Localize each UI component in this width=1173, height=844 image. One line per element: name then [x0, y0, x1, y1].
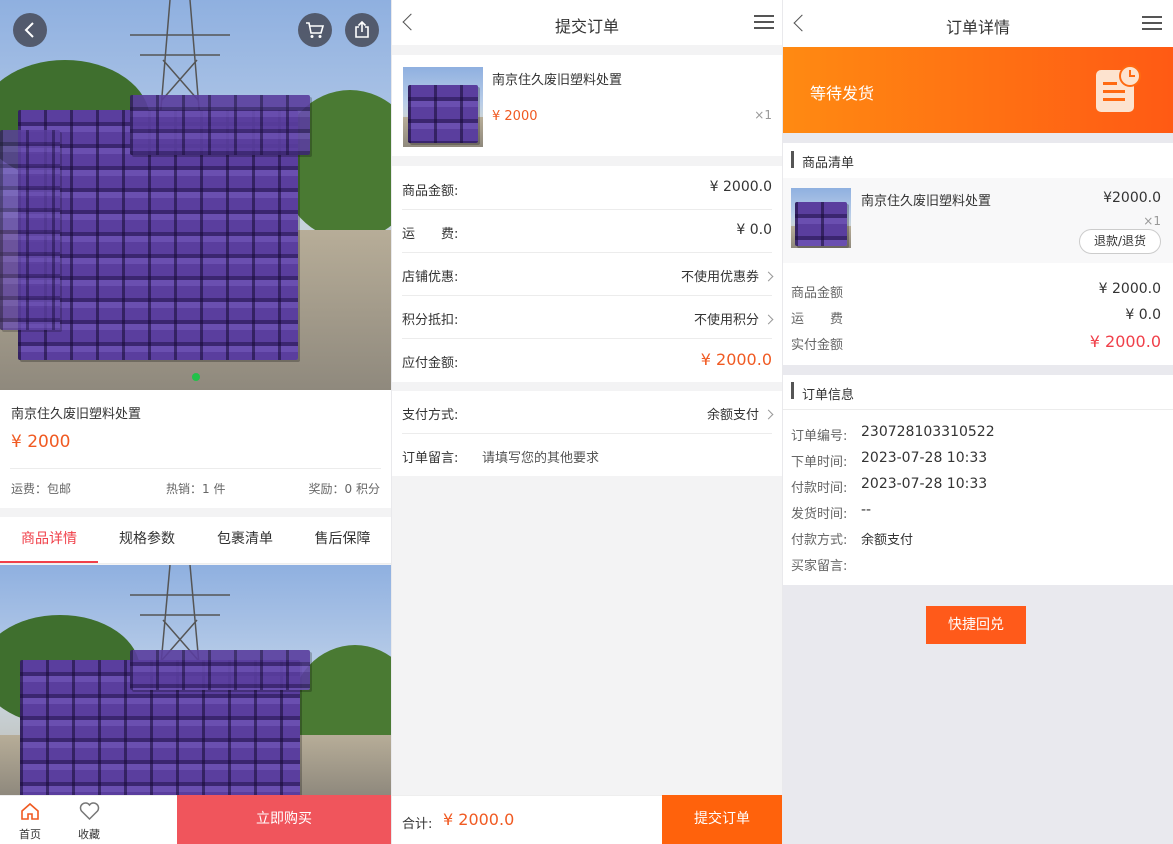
order-note-input[interactable]: 请填写您的其他要求 — [482, 447, 599, 466]
home-label: 首页 — [19, 828, 41, 841]
coupon-value: 不使用优惠券 — [680, 270, 759, 285]
note-label: 订单留言: — [402, 451, 459, 466]
detail-photo — [0, 565, 391, 795]
heart-icon — [79, 802, 99, 821]
reward-info: 奖励：0 积分 — [308, 482, 380, 496]
paid-amount: ¥ 2000.0 — [1089, 332, 1161, 351]
shipping-fee: ¥ 0.0 — [736, 222, 772, 238]
buy-now-button[interactable]: 立即购买 — [177, 795, 391, 844]
amount-label: 实付金额 — [791, 338, 844, 353]
item-name: 南京住久废旧塑料处置 — [492, 73, 623, 88]
info-section-title: 订单信息 — [802, 388, 855, 403]
goods-amount: ¥ 2000.0 — [1098, 281, 1161, 297]
order-time: 2023-07-28 10:33 — [861, 450, 988, 466]
submit-order-label: 提交订单 — [694, 811, 750, 827]
order-detail-panel: 订单详情 等待发货 商品清单 南京住久废旧塑料处置 ¥2000.0 ×1 退款/… — [783, 0, 1173, 844]
chevron-right-icon — [763, 314, 774, 325]
section-bar — [791, 382, 794, 399]
tab-label: 售后保障 — [314, 531, 371, 547]
chevron-right-icon — [763, 271, 774, 282]
total-value: ¥ 2000.0 — [443, 810, 515, 829]
coupon-select[interactable]: 不使用优惠券 — [680, 266, 774, 285]
item-name: 南京住久废旧塑料处置 — [861, 194, 992, 209]
tab-product-detail[interactable]: 商品详情 — [0, 517, 98, 563]
item-qty: ×1 — [1143, 214, 1161, 228]
goods-section-title: 商品清单 — [802, 156, 855, 171]
item-qty: ×1 — [754, 108, 772, 122]
submit-order-panel: 提交订单 南京住久废旧塑料处置 ¥ 2000 ×1 商品金额: ¥ 2000.0… — [392, 0, 782, 844]
info-label: 付款方式: — [791, 533, 848, 548]
item-price: ¥ 2000 — [492, 109, 538, 124]
refund-button[interactable]: 退款/退货 — [1079, 229, 1161, 254]
ship-time: -- — [861, 502, 872, 518]
tab-after-sales[interactable]: 售后保障 — [294, 517, 391, 563]
order-status: 等待发货 — [810, 84, 875, 103]
home-icon — [21, 802, 39, 820]
row-label: 积分抵扣: — [402, 313, 459, 328]
item-price: ¥2000.0 — [1103, 190, 1161, 206]
tab-specs[interactable]: 规格参数 — [98, 517, 196, 563]
payment-time: 2023-07-28 10:33 — [861, 476, 988, 492]
payable-amount: ¥ 2000.0 — [700, 350, 772, 369]
info-label: 下单时间: — [791, 455, 848, 470]
info-label: 买家留言: — [791, 559, 848, 574]
buy-now-label: 立即购买 — [256, 811, 312, 827]
product-photo[interactable] — [0, 0, 391, 390]
product-price: ¥ 2000 — [11, 432, 71, 452]
page-title: 订单详情 — [945, 18, 1010, 37]
payment-method-select[interactable]: 余额支付 — [706, 404, 774, 423]
total-label: 合计: — [402, 817, 433, 832]
favorite-button[interactable]: 收藏 — [69, 802, 109, 842]
shipping-fee: ¥ 0.0 — [1125, 307, 1161, 323]
info-label: 付款时间: — [791, 481, 848, 496]
menu-icon[interactable] — [1142, 16, 1162, 30]
back-button[interactable] — [13, 13, 47, 47]
refund-label: 退款/退货 — [1093, 234, 1147, 248]
back-icon — [24, 22, 34, 38]
payment-method: 余额支付 — [861, 533, 914, 548]
redeem-label: 快捷回兑 — [948, 617, 1004, 633]
tab-label: 商品详情 — [21, 531, 77, 547]
item-thumbnail — [403, 67, 483, 147]
info-label: 订单编号: — [791, 429, 848, 444]
tab-package[interactable]: 包裹清单 — [196, 517, 294, 563]
chevron-right-icon — [763, 409, 774, 420]
shipping-info: 运费：包邮 — [11, 482, 72, 496]
row-label: 应付金额: — [402, 356, 459, 371]
redeem-button[interactable]: 快捷回兑 — [926, 606, 1026, 644]
item-thumbnail — [791, 188, 851, 248]
row-label: 运 费: — [402, 227, 459, 242]
share-button[interactable] — [345, 13, 379, 47]
hot-sales-info: 热销：1 件 — [166, 482, 226, 496]
order-number: 230728103310522 — [861, 424, 995, 440]
goods-amount: ¥ 2000.0 — [709, 179, 772, 195]
tab-label: 规格参数 — [119, 531, 175, 547]
payment-value: 余额支付 — [706, 408, 759, 423]
carousel-dot[interactable] — [192, 373, 200, 381]
amount-label: 运 费 — [791, 312, 844, 327]
submit-order-button[interactable]: 提交订单 — [662, 795, 782, 844]
tab-label: 包裹清单 — [217, 531, 273, 547]
menu-icon[interactable] — [754, 15, 774, 29]
row-label: 店铺优惠: — [402, 270, 459, 285]
divider — [783, 409, 1173, 410]
payment-label: 支付方式: — [402, 408, 459, 423]
cart-icon — [306, 22, 325, 38]
page-title: 提交订单 — [554, 17, 619, 36]
product-detail-panel: 南京住久废旧塑料处置 ¥ 2000 运费：包邮 热销：1 件 奖励：0 积分 商… — [0, 0, 391, 844]
favorite-label: 收藏 — [78, 828, 100, 841]
row-label: 商品金额: — [402, 184, 459, 199]
section-bar — [791, 151, 794, 168]
clipboard-clock-icon — [1096, 65, 1141, 112]
home-button[interactable]: 首页 — [10, 802, 50, 842]
points-value: 不使用积分 — [693, 313, 759, 328]
share-icon — [355, 21, 369, 38]
product-name: 南京住久废旧塑料处置 — [11, 407, 142, 422]
cart-button[interactable] — [298, 13, 332, 47]
amount-label: 商品金额 — [791, 286, 844, 301]
info-label: 发货时间: — [791, 507, 848, 522]
points-select[interactable]: 不使用积分 — [693, 309, 774, 328]
